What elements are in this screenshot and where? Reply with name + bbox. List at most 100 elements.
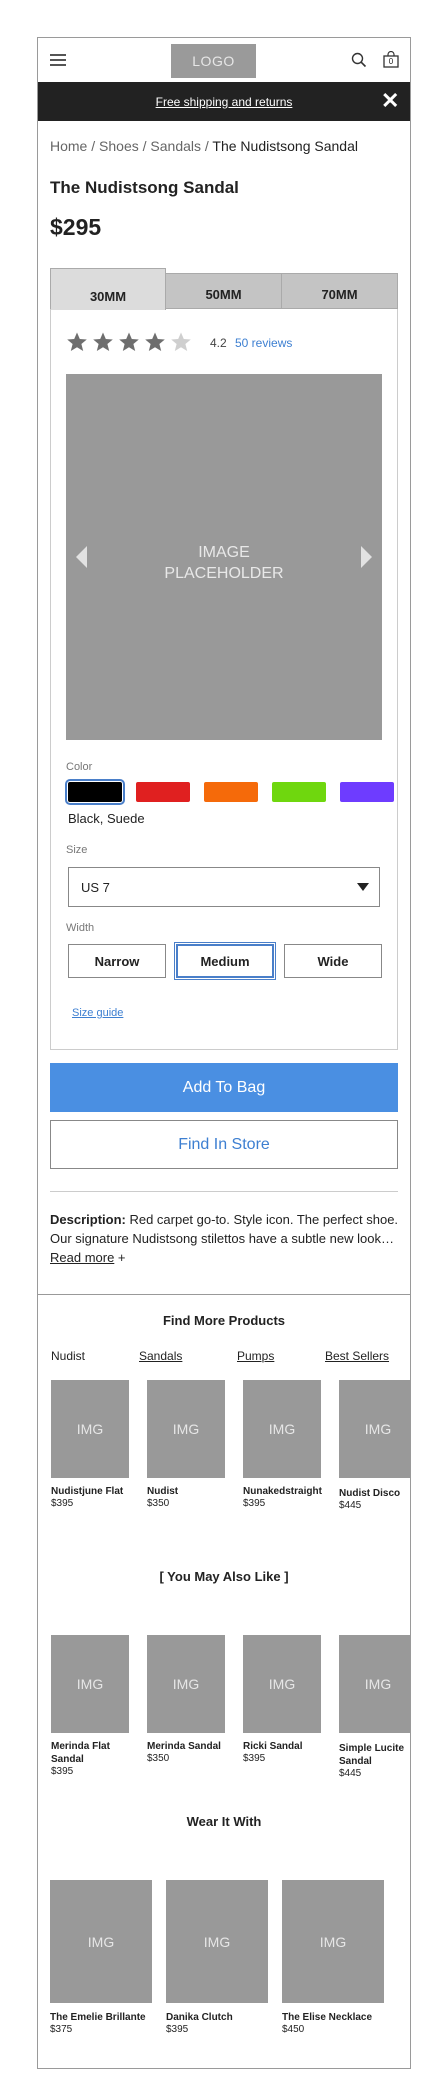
product-card[interactable]: IMG The Emelie Brillante $375 [50,1880,160,2035]
star-icon [119,332,139,351]
product-card[interactable]: IMG Ricki Sandal $395 [243,1635,335,1764]
product-card-image: IMG [339,1380,410,1478]
product-card-price: $350 [147,1498,170,1509]
product-card-image: IMG [282,1880,384,2003]
breadcrumb-current: The Nudistsong Sandal [212,138,358,154]
product-price: $295 [50,214,102,240]
swatch-purple[interactable] [340,782,394,802]
product-card-image: IMG [339,1635,410,1733]
tab-50mm[interactable]: 50MM [165,273,282,309]
product-card-name: Nunakedstraight [243,1486,322,1497]
shopping-bag-icon[interactable]: 0 [383,51,399,68]
rating-value: 4.2 [210,336,227,350]
breadcrumb-separator: / [87,138,100,154]
product-card[interactable]: IMG Nudist $350 [147,1380,239,1509]
product-card[interactable]: IMG Simple Lucite Sandal $445 [339,1635,410,1779]
product-card-name: The Elise Necklace [282,2012,373,2023]
find-more-title: Find More Products [162,1313,286,1328]
breadcrumb: Home / Shoes / Sandals / The Nudistsong … [50,138,358,154]
swatch-orange[interactable] [204,782,258,802]
size-label: Size [66,844,88,856]
breadcrumb-home[interactable]: Home [50,138,87,154]
also-like-title: [ You May Also Like ] [159,1569,289,1584]
wear-with-title: Wear It With [186,1814,262,1829]
product-card-name: Nudist [147,1486,179,1497]
swatch-green[interactable] [272,782,326,802]
bag-count: 0 [388,57,394,66]
selected-color-name: Black, Suede [68,811,145,826]
read-more-link[interactable]: Read more [50,1250,114,1265]
product-card-price: $395 [243,1498,266,1509]
star-rating[interactable] [66,331,196,353]
breadcrumb-shoes[interactable]: Shoes [99,138,139,154]
product-card-image: IMG [147,1380,225,1478]
search-icon[interactable] [351,52,367,68]
star-icon [171,332,191,351]
page-frame: LOGO 0 Free shipping and returns ✕ Home … [37,37,411,2069]
tab-70mm[interactable]: 70MM [281,273,398,309]
product-card-price: $375 [50,2024,73,2035]
category-link-best-sellers[interactable]: Best Sellers [325,1349,389,1363]
product-card-name: Merinda Flat Sandal [51,1741,110,1765]
product-card-price: $445 [339,1768,362,1779]
star-icon [145,332,165,351]
product-image: IMAGE PLACEHOLDER [66,374,382,740]
product-card[interactable]: IMG Nunakedstraight $395 [243,1380,335,1509]
product-card-price: $395 [166,2024,189,2035]
color-label: Color [66,761,93,773]
logo[interactable]: LOGO [171,44,256,78]
product-card[interactable]: IMG Nudist Disco $445 [339,1380,410,1511]
reviews-link[interactable]: 50 reviews [235,336,292,350]
product-card-name: Nudist Disco [339,1488,401,1499]
size-select[interactable]: US 7 [68,867,380,907]
product-title: The Nudistsong Sandal [50,178,239,197]
product-card-name: The Emelie Brillante [50,2012,146,2023]
width-narrow-button[interactable]: Narrow [68,944,166,978]
breadcrumb-sandals[interactable]: Sandals [150,138,201,154]
find-in-store-button[interactable]: Find In Store [50,1120,398,1169]
chevron-down-icon [357,883,369,891]
product-card-image: IMG [51,1635,129,1733]
expand-icon[interactable]: + [114,1250,126,1265]
product-card-name: Simple Lucite Sandal [339,1743,405,1767]
product-card[interactable]: IMG Merinda Sandal $350 [147,1635,239,1764]
image-placeholder-text: IMAGE PLACEHOLDER [66,542,382,584]
section-divider [38,1294,410,1295]
promo-banner: Free shipping and returns [38,82,410,121]
close-icon[interactable]: ✕ [381,89,399,113]
banner-link[interactable]: Free shipping and returns [156,95,293,109]
breadcrumb-separator: / [138,138,151,154]
category-link-pumps[interactable]: Pumps [237,1349,274,1363]
breadcrumb-separator: / [201,138,213,154]
image-placeholder-line-1: IMAGE [198,544,250,561]
size-guide-link[interactable]: Size guide [72,1007,123,1019]
width-medium-button[interactable]: Medium [174,942,276,980]
product-card-image: IMG [243,1380,321,1478]
product-card[interactable]: IMG Nudistjune Flat $395 [51,1380,143,1509]
category-link-nudist[interactable]: Nudist [51,1349,85,1363]
width-wide-button[interactable]: Wide [284,944,382,978]
image-placeholder-line-2: PLACEHOLDER [164,565,284,582]
product-card-price: $395 [51,1766,74,1777]
star-icon [67,332,87,351]
product-card-price: $395 [51,1498,74,1509]
product-card-name: Ricki Sandal [243,1741,303,1752]
product-card-image: IMG [243,1635,321,1733]
product-card-image: IMG [51,1380,129,1478]
category-link-sandals[interactable]: Sandals [139,1349,182,1363]
add-to-bag-button[interactable]: Add To Bag [50,1063,398,1112]
product-card[interactable]: IMG Danika Clutch $395 [166,1880,276,2035]
swatch-black[interactable] [65,779,125,805]
tab-30mm[interactable]: 30MM [50,268,166,310]
product-card-image: IMG [166,1880,268,2003]
product-card-image: IMG [50,1880,152,2003]
menu-icon[interactable] [50,54,66,66]
product-card[interactable]: IMG The Elise Necklace $450 [282,1880,392,2035]
width-label: Width [66,922,95,934]
product-card-name: Merinda Sandal [147,1741,221,1752]
swatch-red[interactable] [136,782,190,802]
star-icon [93,332,113,351]
product-card[interactable]: IMG Merinda Flat Sandal $395 [51,1635,131,1777]
product-card-image: IMG [147,1635,225,1733]
product-card-price: $450 [282,2024,305,2035]
